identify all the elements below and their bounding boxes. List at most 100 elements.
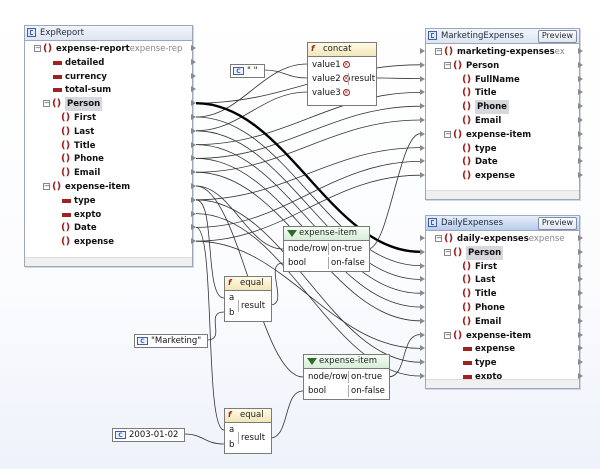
filter-2-output-false[interactable]: on-false xyxy=(348,385,385,397)
source-output-port[interactable] xyxy=(191,196,196,203)
filter-2-input-node[interactable]: node/row xyxy=(308,371,348,383)
source-output-port[interactable] xyxy=(191,127,196,134)
daily-expenses-panel[interactable]: DailyExpenses Preview −() daily-expensese… xyxy=(425,215,580,389)
filter-1-output-false[interactable]: on-false xyxy=(328,257,365,269)
target-output-port[interactable] xyxy=(578,262,583,269)
target-input-port[interactable] xyxy=(420,359,425,366)
source-output-port[interactable] xyxy=(191,114,196,120)
connection[interactable] xyxy=(374,77,421,79)
tree-row[interactable]: () expense xyxy=(426,169,579,183)
source-output-port[interactable] xyxy=(191,224,196,231)
target-input-port[interactable] xyxy=(420,317,425,324)
tree-row[interactable]: −() Person xyxy=(426,245,579,260)
target-input-port[interactable] xyxy=(420,89,425,96)
collapse-toggle-icon[interactable]: − xyxy=(444,248,451,256)
horizontal-scrollbar[interactable] xyxy=(426,190,579,199)
source-output-port[interactable] xyxy=(191,45,196,51)
tree-row[interactable]: () Last xyxy=(25,125,192,139)
tree-row[interactable]: −() Person xyxy=(426,59,579,73)
tree-row[interactable]: −() marketing-expensesex xyxy=(426,45,579,59)
tree-row[interactable]: () Title xyxy=(25,139,192,153)
filter-2-title[interactable]: expense-item xyxy=(304,355,389,369)
target-output-port[interactable] xyxy=(578,117,583,123)
collapse-toggle-icon[interactable]: − xyxy=(43,183,50,190)
source-output-port[interactable] xyxy=(191,72,196,79)
connection[interactable] xyxy=(367,133,421,250)
tree-row[interactable]: () Title xyxy=(426,287,579,301)
source-output-port[interactable] xyxy=(191,210,196,217)
tree-row[interactable]: total-sum xyxy=(25,83,192,97)
tree-row[interactable]: () FullName xyxy=(426,73,579,87)
connection[interactable] xyxy=(269,390,304,439)
target-input-port[interactable] xyxy=(420,48,425,54)
target-output-port[interactable] xyxy=(578,235,583,241)
target-output-port[interactable] xyxy=(578,373,583,379)
equal-2-output-result[interactable]: result xyxy=(238,432,265,444)
target-output-port[interactable] xyxy=(578,103,583,110)
concat-title[interactable]: f concat xyxy=(308,43,376,57)
tree-row[interactable]: −() expense-item xyxy=(426,329,579,343)
target-input-port[interactable] xyxy=(420,373,425,379)
filter-1-output-true[interactable]: on-true xyxy=(328,243,362,255)
tree-row[interactable]: −() expense-item xyxy=(426,128,579,142)
tree-row[interactable]: () Phone xyxy=(426,301,579,315)
source-output-port[interactable] xyxy=(191,238,196,245)
target-input-port[interactable] xyxy=(420,290,425,297)
concat-input-value3[interactable]: value3 × xyxy=(312,87,350,99)
tree-row[interactable]: () Date xyxy=(426,155,579,169)
tree-row[interactable]: () Phone xyxy=(25,152,192,166)
tree-row[interactable]: −() daily-expensesexpense xyxy=(426,232,579,246)
tree-row[interactable]: type xyxy=(25,194,192,208)
tree-row[interactable]: () First xyxy=(426,260,579,274)
collapse-toggle-icon[interactable]: − xyxy=(444,331,451,339)
target-input-port[interactable] xyxy=(420,172,425,179)
tree-row[interactable]: () Email xyxy=(426,315,579,329)
filter-2-output-true[interactable]: on-true xyxy=(348,371,382,383)
collapse-toggle-icon[interactable]: − xyxy=(435,235,442,242)
tree-row[interactable]: () Date xyxy=(25,221,192,235)
tree-row[interactable]: type xyxy=(426,356,579,370)
target-output-port[interactable] xyxy=(578,331,583,338)
source-output-port[interactable] xyxy=(191,86,196,93)
tree-row[interactable]: −() expense-reportexpense-rep xyxy=(25,42,192,56)
connection[interactable] xyxy=(195,227,225,431)
target-output-port[interactable] xyxy=(578,158,583,165)
source-output-port[interactable] xyxy=(191,183,196,189)
target-input-port[interactable] xyxy=(420,331,425,338)
tree-row[interactable]: () Title xyxy=(426,86,579,100)
tree-row[interactable]: () First xyxy=(25,111,192,125)
expense-item-filter-1[interactable]: expense-item node/row bool on-true on-fa… xyxy=(283,226,370,272)
target-input-port[interactable] xyxy=(420,345,425,352)
target-output-port[interactable] xyxy=(578,89,583,96)
equal-1-title[interactable]: f equal xyxy=(225,277,271,291)
target-input-port[interactable] xyxy=(420,61,425,68)
horizontal-scrollbar[interactable] xyxy=(25,257,192,266)
remove-icon[interactable]: × xyxy=(342,89,350,96)
source-output-port[interactable] xyxy=(191,141,196,148)
collapse-toggle-icon[interactable]: − xyxy=(43,100,50,108)
target-output-port[interactable] xyxy=(578,144,583,151)
target-output-port[interactable] xyxy=(578,359,583,366)
target-input-port[interactable] xyxy=(420,130,425,137)
marketing-expenses-panel[interactable]: MarketingExpenses Preview −() marketing-e… xyxy=(425,28,580,200)
target-input-port[interactable] xyxy=(420,75,425,82)
connection[interactable] xyxy=(183,433,225,445)
constant-space[interactable]: C " " xyxy=(230,64,265,78)
target-input-port[interactable] xyxy=(420,235,425,241)
target-input-port[interactable] xyxy=(420,158,425,165)
target-output-port[interactable] xyxy=(578,48,583,54)
target-output-port[interactable] xyxy=(578,345,583,352)
target-input-port[interactable] xyxy=(420,276,425,283)
tree-row[interactable]: currency xyxy=(25,70,192,84)
tree-row[interactable]: () Email xyxy=(426,114,579,128)
source-panel-title[interactable]: ExpReport xyxy=(25,26,192,41)
tree-row[interactable]: () Phone xyxy=(426,100,579,115)
tree-row[interactable]: expense xyxy=(426,342,579,356)
constant-date[interactable]: C 2003-01-02 xyxy=(112,428,186,442)
collapse-toggle-icon[interactable]: − xyxy=(444,61,451,69)
target-input-port[interactable] xyxy=(420,248,425,255)
target-input-port[interactable] xyxy=(420,262,425,269)
equal-1-output-result[interactable]: result xyxy=(238,300,265,312)
tree-row[interactable]: () expense xyxy=(25,235,192,249)
equal-1-input-b[interactable]: b xyxy=(229,307,234,319)
